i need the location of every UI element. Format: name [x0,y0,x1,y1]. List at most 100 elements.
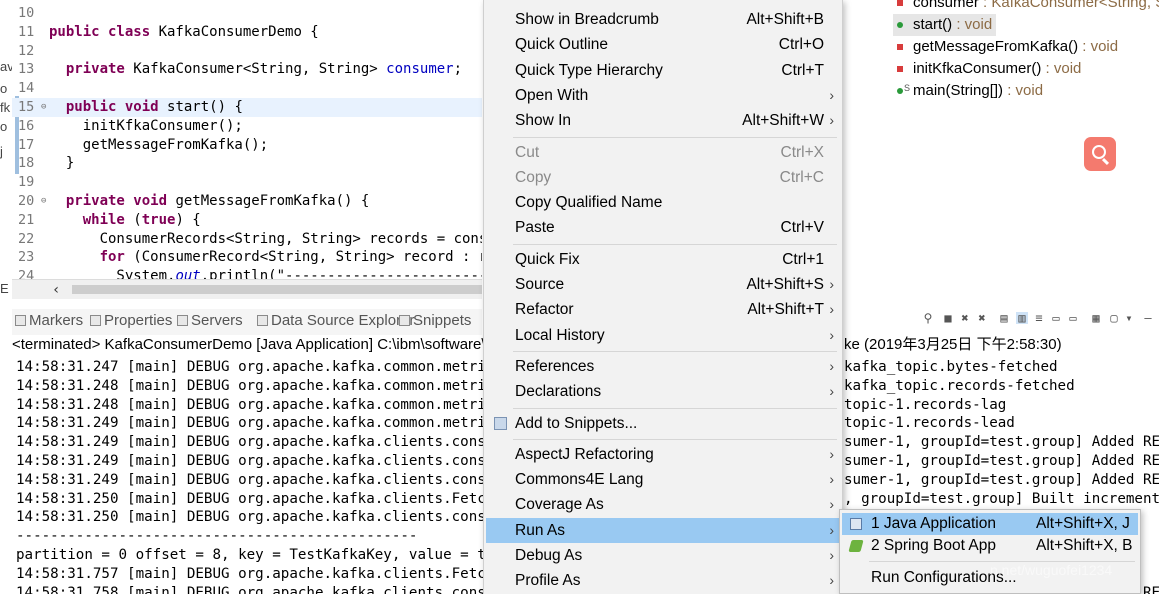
show-on-output-icon[interactable]: ▭ [1050,312,1062,324]
scroll-left-arrow-icon[interactable]: ‹ [52,280,60,300]
menu-item-coverage-as[interactable]: Coverage As › [486,492,840,517]
pin-icon[interactable]: ⚲ [922,312,934,324]
menu-item-copy-qualified-name[interactable]: Copy Qualified Name [486,190,840,215]
editor-horizontal-scrollbar[interactable]: ‹ [12,279,482,299]
code-line[interactable]: 11 public class KafkaConsumerDemo { [12,23,482,42]
left-gutter-fragment: o [0,119,8,134]
code-line[interactable]: 20 ⊖ private void getMessageFromKafka() { [12,192,482,211]
menu-item-source[interactable]: Source Alt+Shift+S › [486,272,840,297]
console-line: 14:58:31.250 [main] DEBUG org.apache.kaf… [16,490,512,507]
tab-snippets[interactable]: Snippets [399,309,471,333]
menu-item-quick-outline[interactable]: Quick Outline Ctrl+O [486,32,840,57]
outline-item[interactable]: getMessageFromKafka() : void [893,36,1122,58]
outline-item-label: start() [913,16,953,33]
code-token: start() { [167,99,243,115]
menu-item-add-to-snippets[interactable]: Add to Snippets... [486,411,840,436]
tab-label: Properties [104,312,173,329]
code-token: } [49,155,75,172]
menu-item-debug-as[interactable]: Debug As › [486,543,840,568]
menu-item-references[interactable]: References › [486,354,840,379]
terminate-icon[interactable]: ■ [942,312,954,324]
line-number: 18 [18,155,35,172]
menu-item-shortcut: Alt+Shift+S [746,276,824,293]
menu-item-paste[interactable]: Paste Ctrl+V [486,215,840,240]
code-line[interactable]: 15 ⊖ public void start() { [12,98,482,117]
menu-item-run-as[interactable]: Run As › [486,517,840,543]
line-number: 13 [18,61,35,78]
left-gutter-fragment: j [0,144,3,159]
menu-separator [513,438,837,440]
line-number: 22 [18,230,35,247]
code-text: initKfkaConsumer(); [49,117,243,136]
code-text: private KafkaConsumer<String, String> co… [49,60,462,79]
outline-item-type: : void [1041,60,1082,77]
menu-item-aspectj-refactoring[interactable]: AspectJ Refactoring › [486,442,840,467]
code-line[interactable]: 10 [12,4,482,23]
menu-item-show-in-breadcrumb[interactable]: Show in Breadcrumb Alt+Shift+B [486,7,840,32]
floating-search-button[interactable] [1084,137,1116,171]
code-line[interactable]: 21 while (true) { [12,211,482,230]
code-line[interactable]: 22 ConsumerRecords<String, String> recor… [12,230,482,249]
java-app-icon [850,518,862,530]
outline-item[interactable]: initKfkaConsumer() : void [893,58,1085,80]
tab-servers[interactable]: Servers [177,309,243,333]
code-line[interactable]: 12 [12,42,482,61]
fold-toggle-icon[interactable]: ⊖ [41,192,46,211]
scroll-lock-icon[interactable]: ▥ [1016,312,1028,324]
menu-item-label: Commons4E Lang [515,471,644,489]
menu-item-quick-type-hierarchy[interactable]: Quick Type Hierarchy Ctrl+T [486,58,840,83]
code-token: ) { [175,211,201,228]
fold-toggle-icon[interactable]: ⊖ [41,98,46,117]
line-number: 21 [18,211,35,228]
code-editor[interactable]: 10 11 public class KafkaConsumerDemo {12 13… [12,0,482,300]
menu-item-label: Quick Fix [515,250,580,268]
scrollbar-thumb[interactable] [72,285,482,294]
outline-item[interactable]: start() : void [893,14,997,36]
remove-all-icon[interactable]: ✖ [976,312,988,324]
menu-item-label: Add to Snippets... [515,414,638,432]
submenu-arrow-icon: › [829,383,834,400]
show-on-error-icon[interactable]: ▭ [1067,312,1079,324]
word-wrap-icon[interactable]: ≡ [1033,312,1045,324]
submenu-item-2-spring-boot-app[interactable]: 2 Spring Boot App Alt+Shift+X, B [842,535,1138,557]
menu-item-declarations[interactable]: Declarations › [486,379,840,404]
code-line[interactable]: 18 } [12,154,482,173]
console-toolbar: ⚲ ■ ✖ ✖ ▤ ▥ ≡ ▭ ▭ ▦ ▢ ▾ – [845,303,1159,333]
code-line[interactable]: 16 initKfkaConsumer(); [12,117,482,136]
menu-item-label: References [515,357,595,375]
clear-console-icon[interactable]: ▤ [998,312,1010,324]
minimize-icon[interactable]: – [1142,312,1154,324]
menu-item-refactor[interactable]: Refactor Alt+Shift+T › [486,297,840,322]
line-number: 11 [18,23,35,40]
console-line: 14:58:31.758 [main] DEBUG org.apache.kaf… [16,584,512,594]
line-number: 17 [18,136,35,153]
display-console-icon[interactable]: ▢ [1108,312,1120,324]
pin-console-icon[interactable]: ▦ [1090,312,1102,324]
menu-item-label: Show In [515,112,572,130]
menu-item-copy[interactable]: Copy Ctrl+C [486,165,840,190]
chevron-down-icon[interactable]: ▾ [1123,312,1135,324]
menu-item-commons4e-lang[interactable]: Commons4E Lang › [486,467,840,492]
menu-item-local-history[interactable]: Local History › [486,323,840,348]
menu-item-cut[interactable]: Cut Ctrl+X [486,140,840,165]
menu-item-label: Declarations [515,383,602,401]
outline-item-type: : void [1003,82,1044,99]
remove-launch-icon[interactable]: ✖ [959,312,971,324]
outline-item[interactable]: consumer : KafkaConsumer<String, Str [893,0,1159,14]
outline-item[interactable]: Smain(String[]) : void [893,80,1047,102]
menu-item-quick-fix[interactable]: Quick Fix Ctrl+1 [486,247,840,272]
tab-data-source-explorer[interactable]: Data Source Explorer [257,309,414,333]
code-line[interactable]: 17 getMessageFromKafka(); [12,136,482,155]
submenu-item-1-java-application[interactable]: 1 Java Application Alt+Shift+X, J [842,513,1138,535]
code-line[interactable]: 13 private KafkaConsumer<String, String>… [12,60,482,79]
menu-item-open-with[interactable]: Open With › [486,83,840,108]
menu-item-profile-as[interactable]: Profile As › [486,568,840,593]
menu-item-shortcut: Alt+Shift+W [742,112,824,130]
code-line[interactable]: 19 [12,173,482,192]
code-line[interactable]: 14 [12,79,482,98]
tab-markers[interactable]: Markers [15,309,83,333]
code-line[interactable]: 23 for (ConsumerRecord<String, String> r… [12,248,482,267]
tab-properties[interactable]: Properties [90,309,172,333]
tab-label: Data Source Explorer [271,312,415,329]
menu-item-show-in[interactable]: Show In Alt+Shift+W › [486,108,840,133]
